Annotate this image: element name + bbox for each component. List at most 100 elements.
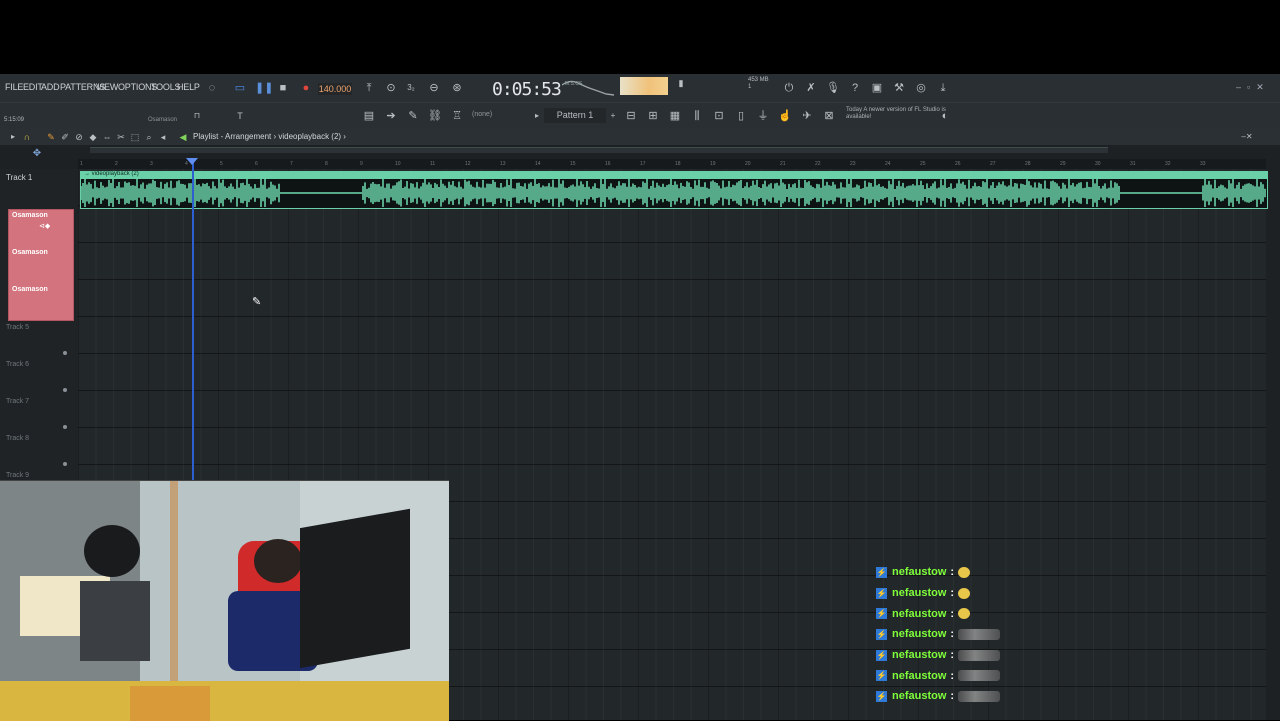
arrow-icon[interactable]: ➔ (384, 109, 398, 123)
menu-help[interactable]: HELP (177, 82, 200, 92)
browser-icon[interactable]: ⊡ (712, 109, 726, 123)
menu-tools[interactable]: TOOLS (151, 82, 181, 92)
chat-username[interactable]: nefaustow (892, 587, 946, 599)
plug-icon[interactable]: ⏚ (756, 109, 770, 123)
track-led[interactable] (63, 388, 67, 392)
track-label[interactable]: Track 5 (6, 324, 29, 331)
pattern-selector[interactable]: Pattern 1 (544, 108, 606, 123)
stamp-icon[interactable]: ♖ (450, 109, 464, 123)
update-notice[interactable]: Today A newer version of FL Studio is av… (846, 107, 946, 121)
save-icon[interactable]: ▣ (870, 81, 884, 95)
audio-clip[interactable]: → videoplayback (2) (80, 171, 1268, 209)
hand-emote (958, 628, 1001, 640)
playlist-window-controls[interactable]: –✕ (1240, 130, 1254, 144)
loop-record-icon[interactable]: ⊛ (450, 81, 464, 95)
group-track-label[interactable]: Osamason (12, 286, 48, 293)
snap-selector[interactable]: (none) (472, 111, 492, 118)
chat-icon[interactable]: ◎ (914, 81, 928, 95)
channel-rack-icon[interactable]: ▦ (668, 109, 682, 123)
pattern-add-icon[interactable]: + (606, 109, 620, 123)
timeline-ruler[interactable]: 1 2 3 4 5 6 7 8 9 10 11 12 13 14 15 16 17 18 19 20 21 22 23 24 2… (78, 159, 1266, 169)
track-label[interactable]: Track 7 (6, 398, 29, 405)
chat-separator: : (950, 628, 955, 641)
clipboard-icon[interactable]: ▯ (734, 109, 748, 123)
playhead-marker[interactable] (186, 158, 198, 165)
chat-username[interactable]: nefaustow (892, 670, 946, 682)
draw-tool-icon[interactable]: ✎ (44, 130, 58, 144)
close-project-icon[interactable]: ✗ (804, 81, 818, 95)
select-tool-icon[interactable]: ⬚ (128, 130, 142, 144)
mic-icon[interactable]: 🎙 (826, 81, 840, 95)
metronome-icon[interactable]: ⤒ (362, 81, 376, 95)
stop-button[interactable]: ■ (276, 81, 290, 95)
cursor-tool-icon[interactable]: T (233, 109, 247, 123)
chat-username[interactable]: nefaustow (892, 649, 946, 661)
paint-tool-icon[interactable]: ✐ (58, 130, 72, 144)
track-group[interactable]: Osamason Osamason Osamason ⊲◆ (8, 209, 74, 321)
brush-icon[interactable]: ✎ (406, 109, 420, 123)
playlist-overview-scrollbar[interactable] (90, 147, 1108, 153)
mixer-icon[interactable]: ⫼ (690, 109, 704, 123)
move-icon[interactable]: ✥ (30, 147, 44, 161)
track-label[interactable]: Track 8 (6, 435, 29, 442)
track-led[interactable] (63, 425, 67, 429)
playlist-icon[interactable]: ⊟ (624, 109, 638, 123)
ruler-tick: 24 (885, 161, 891, 167)
pause-button[interactable]: ❚❚ (255, 81, 273, 95)
settings-icon[interactable]: ◐ (938, 109, 952, 123)
group-track-label[interactable]: Osamason (12, 249, 48, 256)
master-volume-meter[interactable] (620, 77, 668, 95)
delete-tool-icon[interactable]: ⊘ (72, 130, 86, 144)
menu-view[interactable]: VIEW (96, 82, 118, 92)
chat-username[interactable]: nefaustow (892, 608, 946, 620)
help-icon[interactable]: ? (848, 81, 862, 95)
playlist-menu-arrow-icon[interactable]: ▸ (6, 130, 20, 144)
menu-add[interactable]: ADD (41, 82, 60, 92)
track-1-label[interactable]: Track 1 (6, 173, 32, 182)
track-label[interactable]: Track 9 (6, 472, 29, 479)
link-icon[interactable]: ⛓ (428, 109, 442, 123)
magnet-icon[interactable]: ∩ (20, 130, 34, 144)
menu-file[interactable]: FILE (5, 82, 23, 92)
record-button[interactable]: ● (299, 81, 313, 95)
piano-icon[interactable]: ▤ (362, 109, 376, 123)
pattern-song-toggle[interactable]: ▭ (233, 81, 247, 95)
power-icon[interactable]: ⏻ (782, 81, 796, 95)
speaker-icon[interactable]: ✈ (800, 109, 814, 123)
chat-badge-icon: ⚡ (876, 608, 887, 620)
wait-input-icon[interactable]: ⊙ (384, 81, 398, 95)
slice-tool-icon[interactable]: ✂ (114, 130, 128, 144)
song-time-display[interactable]: 0:05:53 (492, 79, 562, 100)
blend-notes-icon[interactable]: ⊖ (427, 81, 441, 95)
track-label[interactable]: Track 6 (6, 361, 29, 368)
group-track-label[interactable]: Osamason (12, 212, 48, 219)
window-controls[interactable]: –▫✕ (1236, 82, 1270, 93)
recording-icon[interactable]: ◌ (205, 81, 219, 95)
network-icon[interactable]: ⊠ (822, 109, 836, 123)
download-icon[interactable]: ⤓ (936, 81, 950, 95)
playback-tool-icon[interactable]: ◂ (156, 130, 170, 144)
clip-header[interactable]: → videoplayback (2) (81, 171, 1267, 179)
ruler-tick: 6 (255, 161, 258, 167)
piano-roll-icon[interactable]: ⊞ (646, 109, 660, 123)
pin-icon[interactable]: ⊓ (190, 109, 204, 123)
touch-icon[interactable]: ☝ (778, 109, 792, 123)
tempo-display[interactable]: 140.000 (318, 83, 352, 95)
track-led[interactable] (63, 351, 67, 355)
slip-tool-icon[interactable]: ⇔ (100, 130, 114, 144)
ruler-tick: 19 (710, 161, 716, 167)
ruler-tick: 32 (1165, 161, 1171, 167)
countdown-icon[interactable]: 3₂ (404, 81, 418, 95)
plugin-icon[interactable]: ⚒ (892, 81, 906, 95)
track-led[interactable] (63, 462, 67, 466)
mute-icon[interactable]: ⊲◆ (39, 222, 50, 230)
chat-username[interactable]: nefaustow (892, 628, 946, 640)
master-pitch-knob[interactable]: ▮ (674, 76, 688, 90)
menu-edit[interactable]: EDIT (23, 82, 43, 92)
chat-username[interactable]: nefaustow (892, 566, 946, 578)
memory-display: 453 MB 1 (748, 77, 769, 90)
zoom-tool-icon[interactable]: ⌕ (142, 130, 156, 144)
mute-tool-icon[interactable]: ◆ (86, 130, 100, 144)
pattern-prev-icon[interactable]: ▸ (530, 109, 544, 123)
chat-username[interactable]: nefaustow (892, 690, 946, 702)
